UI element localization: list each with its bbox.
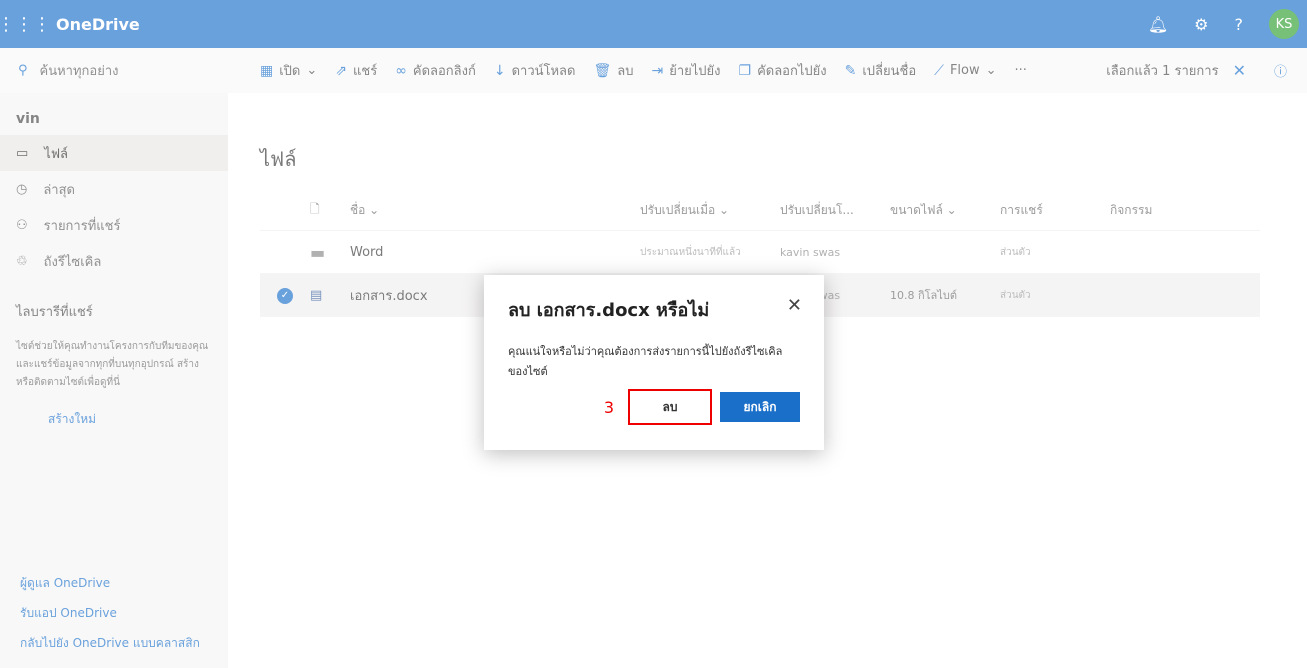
- dialog-message: คุณแน่ใจหรือไม่ว่าคุณต้องการส่งรายการนี้…: [508, 345, 783, 378]
- cancel-button[interactable]: ยกเลิก: [720, 392, 800, 422]
- delete-dialog: ลบ เอกสาร.docx หรือไม่ ✕ คุณแน่ใจหรือไม่…: [484, 275, 824, 450]
- step-number: 3: [603, 397, 614, 417]
- dialog-title: ลบ เอกสาร.docx หรือไม่: [508, 300, 710, 321]
- confirm-delete-button[interactable]: ลบ: [628, 389, 712, 425]
- close-icon[interactable]: ✕: [787, 295, 802, 316]
